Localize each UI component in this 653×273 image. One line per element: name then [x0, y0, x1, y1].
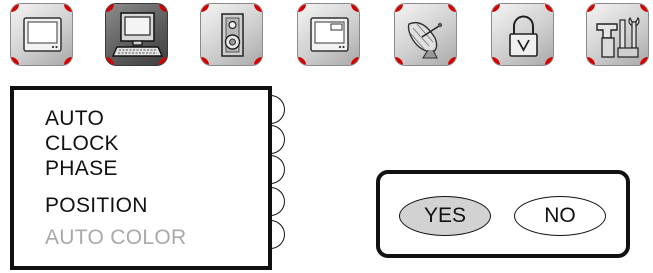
tab-picture[interactable] — [10, 3, 73, 66]
padlock-icon — [509, 15, 538, 57]
menu-item-auto-color: AUTO COLOR — [45, 226, 187, 249]
tab-display[interactable] — [297, 3, 360, 66]
menu-item-position[interactable]: POSITION — [45, 194, 148, 218]
menu-item-clock[interactable]: CLOCK — [45, 132, 119, 156]
tab-setup[interactable] — [586, 3, 649, 66]
confirm-dialog: YES NO — [376, 170, 630, 258]
menu-item-phase[interactable]: PHASE — [45, 157, 118, 181]
tab-lock[interactable] — [491, 3, 554, 66]
no-button[interactable]: NO — [514, 196, 606, 236]
geometry-menu: AUTO CLOCK PHASE POSITION AUTO COLOR — [10, 86, 272, 270]
tools-icon — [596, 16, 640, 58]
speaker-icon — [221, 13, 244, 57]
computer-icon — [111, 12, 164, 57]
menu-item-auto[interactable]: AUTO — [45, 107, 104, 131]
satellite-dish-icon — [407, 21, 443, 59]
tab-geometry[interactable] — [105, 3, 168, 66]
screen-window-icon — [310, 17, 349, 52]
monitor-icon — [23, 17, 62, 52]
tab-audio[interactable] — [200, 3, 263, 66]
tab-broadcast[interactable] — [394, 3, 457, 66]
yes-button[interactable]: YES — [399, 196, 491, 236]
